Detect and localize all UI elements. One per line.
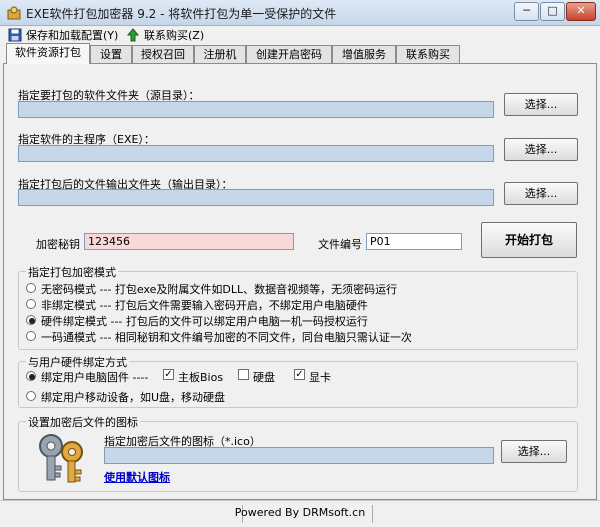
icon-group-title: 设置加密后文件的图标 bbox=[26, 414, 140, 430]
default-icon-link[interactable]: 使用默认图标 bbox=[104, 469, 170, 485]
file-number-input[interactable]: P01 bbox=[366, 233, 462, 250]
mode-option-no-password[interactable]: 无密码模式 --- 打包exe及附属文件如DLL、数据音视频等，无须密码运行 bbox=[26, 281, 566, 296]
keys-icon bbox=[39, 434, 83, 483]
mode-option-one-code[interactable]: 一码通模式 --- 相同秘钥和文件编号加密的不同文件，同台电脑只需认证一次 bbox=[26, 329, 566, 344]
mode-unbound-label: 非绑定模式 --- 打包后文件需要输入密码开启，不绑定用户电脑硬件 bbox=[41, 299, 368, 312]
encrypt-key-label: 加密秘钥 bbox=[36, 238, 80, 251]
radio-no-password[interactable] bbox=[26, 283, 36, 293]
source-folder-input[interactable] bbox=[18, 101, 494, 118]
mode-no-password-label: 无密码模式 --- 打包exe及附属文件如DLL、数据音视频等，无须密码运行 bbox=[41, 283, 398, 296]
encrypt-key-input[interactable]: 123456 bbox=[84, 233, 294, 250]
bind-pc-label: 绑定用户电脑固件 ---- bbox=[41, 371, 149, 384]
status-bar: Powered By DRMsoft.cn bbox=[0, 500, 600, 527]
icon-file-input[interactable] bbox=[104, 447, 494, 464]
start-package-button[interactable]: 开始打包 bbox=[481, 222, 577, 258]
gpu-label: 显卡 bbox=[309, 371, 331, 384]
radio-bind-mobile[interactable] bbox=[26, 391, 36, 401]
radio-one-code[interactable] bbox=[26, 331, 36, 341]
mode-hardware-label: 硬件绑定模式 --- 打包后的文件可以绑定用户电脑一机一码授权运行 bbox=[41, 315, 368, 328]
radio-bind-pc[interactable] bbox=[26, 371, 36, 381]
mode-option-unbound[interactable]: 非绑定模式 --- 打包后文件需要输入密码开启，不绑定用户电脑硬件 bbox=[26, 297, 566, 312]
harddisk-label: 硬盘 bbox=[253, 371, 275, 384]
browse-source-button[interactable]: 选择... bbox=[504, 93, 578, 116]
file-number-label: 文件编号 bbox=[318, 238, 362, 251]
browse-icon-button[interactable]: 选择... bbox=[501, 440, 567, 463]
status-text: Powered By DRMsoft.cn bbox=[234, 506, 366, 519]
mode-group-title: 指定打包加密模式 bbox=[26, 264, 118, 280]
checkbox-bios[interactable]: ✓ bbox=[163, 369, 174, 380]
browse-exe-button[interactable]: 选择... bbox=[504, 138, 578, 161]
mode-option-hardware[interactable]: 硬件绑定模式 --- 打包后的文件可以绑定用户电脑一机一码授权运行 bbox=[26, 313, 566, 328]
bind-mobile-label: 绑定用户移动设备，如U盘，移动硬盘 bbox=[41, 391, 226, 404]
mode-one-code-label: 一码通模式 --- 相同秘钥和文件编号加密的不同文件，同台电脑只需认证一次 bbox=[41, 331, 412, 344]
bios-label: 主板Bios bbox=[178, 371, 224, 384]
browse-output-button[interactable]: 选择... bbox=[504, 182, 578, 205]
status-separator-right bbox=[372, 505, 373, 523]
checkbox-harddisk[interactable] bbox=[238, 369, 249, 380]
radio-hardware-bound[interactable] bbox=[26, 315, 36, 325]
radio-unbound[interactable] bbox=[26, 299, 36, 309]
checkbox-gpu[interactable]: ✓ bbox=[294, 369, 305, 380]
output-folder-input[interactable] bbox=[18, 189, 494, 206]
binding-group-title: 与用户硬件绑定方式 bbox=[26, 354, 129, 370]
main-exe-input[interactable] bbox=[18, 145, 494, 162]
